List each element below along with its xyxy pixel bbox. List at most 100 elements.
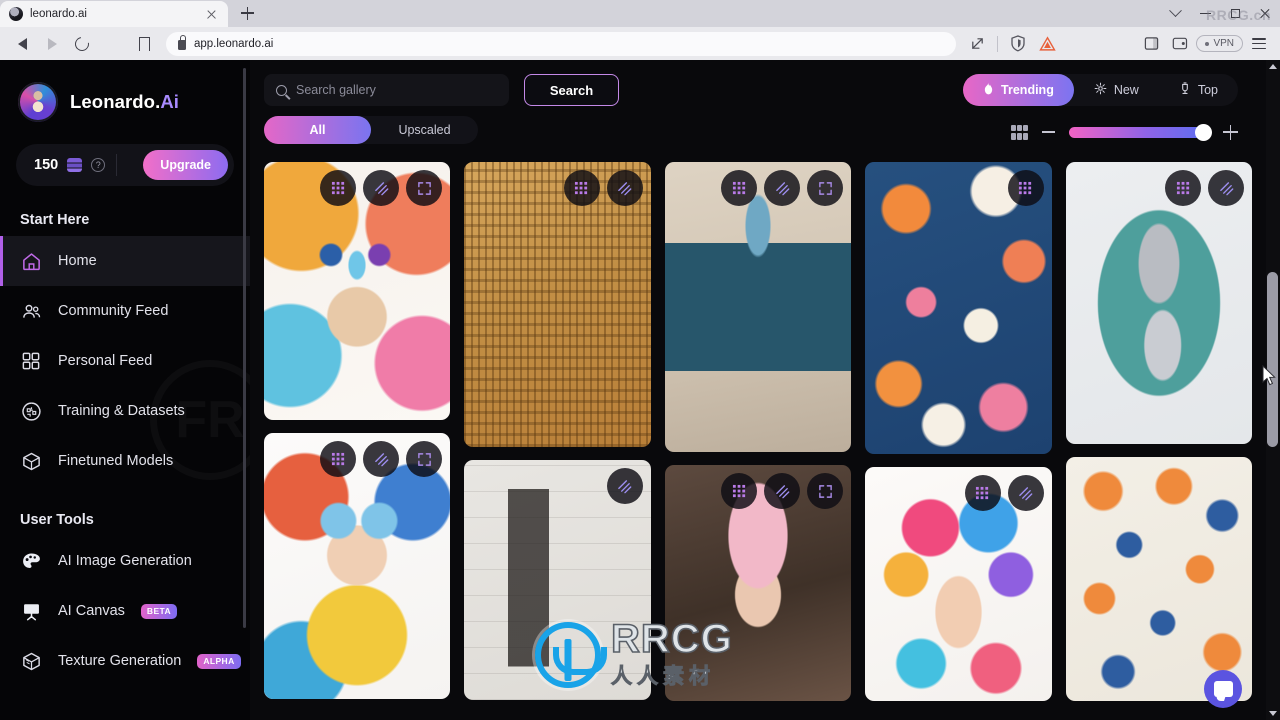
upscale-icon[interactable] (964, 475, 1001, 511)
image-gallery (250, 162, 1266, 720)
help-icon[interactable]: ? (91, 158, 106, 172)
browser-tab[interactable]: leonardo.ai (0, 1, 228, 27)
upscale-icon[interactable] (320, 441, 357, 477)
search-input[interactable] (296, 83, 497, 97)
gallery-card-egyptian-hieroglyphs-wall[interactable] (464, 162, 651, 447)
upscale-icon[interactable] (320, 170, 357, 206)
maximize-button[interactable] (1220, 0, 1250, 27)
gallery-card-dark-sorceress-character-sheet[interactable] (464, 460, 651, 700)
filter-tab-all[interactable]: All (264, 116, 371, 144)
remove-background-icon[interactable] (764, 170, 801, 206)
sort-tab-trending[interactable]: Trending (963, 74, 1074, 106)
remove-background-icon[interactable] (606, 170, 643, 206)
sparkle-icon (1094, 82, 1107, 98)
upscale-icon[interactable] (563, 170, 600, 206)
sidebar-item-community-feed[interactable]: Community Feed (0, 286, 250, 336)
close-icon[interactable] (204, 7, 219, 22)
upscale-icon[interactable] (1007, 170, 1044, 206)
zoom-out-button[interactable] (1042, 131, 1055, 133)
community-feed-icon (20, 300, 42, 322)
zoom-in-button[interactable] (1223, 124, 1238, 140)
search-button[interactable]: Search (524, 74, 619, 106)
side-panel-icon[interactable] (1138, 31, 1164, 57)
expand-fullscreen-icon[interactable] (807, 170, 844, 206)
gallery-card-lion-sunglasses-watercolor[interactable] (264, 162, 451, 420)
card-actions (721, 473, 844, 509)
gallery-card-orange-floral-pattern-navy[interactable] (865, 162, 1052, 454)
chat-bubble-shape (1213, 681, 1233, 697)
tab-strip: leonardo.ai RRCG.cn (0, 0, 1280, 27)
remove-background-icon[interactable] (1208, 170, 1245, 206)
expand-fullscreen-icon[interactable] (406, 441, 443, 477)
address-bar[interactable]: app.leonardo.ai (166, 31, 957, 56)
thumbnail-size-slider[interactable] (1069, 123, 1212, 141)
forward-button[interactable] (38, 30, 66, 58)
upgrade-button[interactable]: Upgrade (143, 150, 228, 180)
gallery-card-blue-haired-warrior-concept[interactable] (664, 162, 852, 452)
hamburger-menu-icon[interactable] (1246, 31, 1272, 57)
scroll-down-arrow-icon[interactable] (1269, 711, 1277, 716)
share-icon[interactable] (964, 31, 990, 57)
scrollbar-thumb[interactable] (1267, 272, 1278, 447)
card-actions (964, 475, 1044, 511)
sidebar-scrollbar[interactable] (243, 68, 246, 628)
personal-feed-icon (20, 350, 42, 372)
gallery-card-pink-haired-woman-portrait[interactable] (664, 465, 852, 701)
remove-background-icon[interactable] (606, 468, 643, 504)
minimize-button[interactable] (1190, 0, 1220, 27)
expand-fullscreen-icon[interactable] (807, 473, 844, 509)
upscale-icon[interactable] (721, 170, 758, 206)
page-title: Leonardo.Ai (70, 91, 180, 112)
toolbar-divider (997, 35, 999, 52)
remove-background-icon[interactable] (764, 473, 801, 509)
tab-title: leonardo.ai (30, 8, 87, 20)
page-viewport: FR Leonardo.Ai 150 ? Upgrade Start Here … (0, 60, 1280, 720)
card-actions (606, 468, 643, 504)
search-field[interactable] (264, 74, 509, 106)
sidebar-item-home[interactable]: Home (0, 236, 250, 286)
sidebar-item-texture-generation[interactable]: Texture Generation ALPHA (0, 636, 250, 686)
card-actions (320, 170, 443, 206)
brave-lion-icon[interactable] (1034, 31, 1060, 57)
grid-view-icon[interactable] (1011, 124, 1028, 140)
sidebar-item-training-datasets[interactable]: Training & Datasets (0, 386, 250, 436)
back-button[interactable] (8, 30, 36, 58)
brand-logo-row[interactable]: Leonardo.Ai (0, 60, 250, 122)
sort-tab-top[interactable]: Top (1159, 74, 1238, 106)
vpn-button[interactable]: VPN (1196, 35, 1243, 52)
gallery-card-orange-blue-floral-pattern[interactable] (1065, 457, 1253, 701)
scroll-up-arrow-icon[interactable] (1269, 64, 1277, 69)
remove-background-icon[interactable] (363, 170, 400, 206)
sort-tab-new[interactable]: New (1074, 74, 1159, 106)
close-window-button[interactable] (1250, 0, 1280, 27)
sidebar-item-ai-image-generation[interactable]: AI Image Generation (0, 536, 250, 586)
bookmark-icon[interactable] (130, 30, 158, 58)
gallery-card-koala-riding-bicycle[interactable] (1065, 162, 1253, 444)
reload-button[interactable] (68, 30, 96, 58)
intercom-chat-icon[interactable] (1204, 670, 1242, 708)
upscale-icon[interactable] (721, 473, 758, 509)
gallery-toolbar: Search All Upscaled Trending (250, 60, 1266, 162)
brave-wallet-icon[interactable] (1167, 31, 1193, 57)
window-controls (1160, 0, 1280, 27)
sort-label: Trending (1001, 83, 1054, 97)
slider-knob[interactable] (1195, 123, 1212, 141)
tab-search-chevron-icon[interactable] (1160, 0, 1190, 27)
sidebar-item-finetuned-models[interactable]: Finetuned Models (0, 436, 250, 486)
new-tab-button[interactable] (234, 0, 260, 26)
filter-tab-upscaled[interactable]: Upscaled (371, 116, 478, 144)
flame-icon (983, 82, 994, 98)
upscale-icon[interactable] (1165, 170, 1202, 206)
brave-shield-icon[interactable] (1005, 31, 1031, 57)
gallery-card-girl-blue-glasses-colorful[interactable] (264, 433, 451, 699)
gallery-card-rainbow-hair-woman-illustration[interactable] (865, 467, 1052, 701)
expand-fullscreen-icon[interactable] (406, 170, 443, 206)
sidebar-item-personal-feed[interactable]: Personal Feed (0, 336, 250, 386)
sort-label: New (1113, 83, 1139, 97)
leonardo-avatar (18, 82, 58, 122)
sidebar-item-ai-canvas[interactable]: AI Canvas BETA (0, 586, 250, 636)
remove-background-icon[interactable] (1007, 475, 1044, 511)
divider (116, 154, 118, 176)
page-scrollbar[interactable] (1266, 60, 1280, 720)
remove-background-icon[interactable] (363, 441, 400, 477)
